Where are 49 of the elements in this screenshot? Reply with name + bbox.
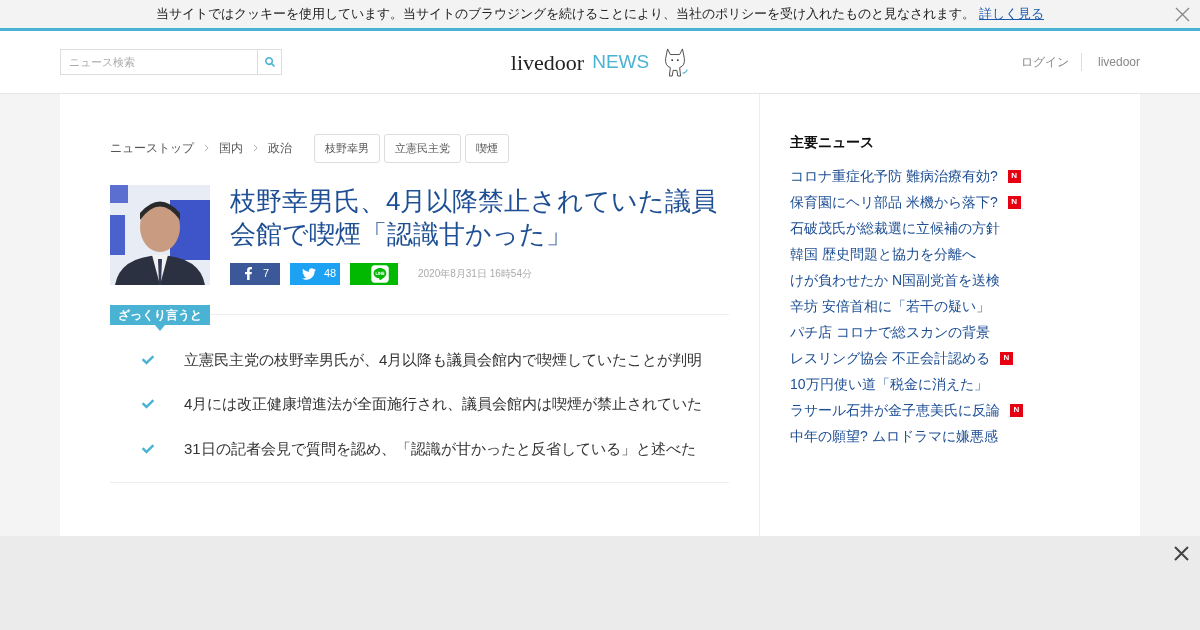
- new-badge: N: [1007, 195, 1021, 209]
- summary-point: 31日の記者会見で質問を認め、「認識が甘かったと反省している」と述べた: [184, 438, 696, 459]
- details-link[interactable]: 詳しく見る: [979, 4, 1044, 24]
- close-icon[interactable]: [1174, 546, 1189, 561]
- news-link[interactable]: レスリング協会 不正会計認める: [790, 347, 990, 369]
- summary-point: 4月には改正健康増進法が全面施行され、議員会館内は喫煙が禁止されていた: [184, 394, 703, 414]
- news-link[interactable]: コロナ重症化予防 難病治療有効?: [790, 165, 998, 187]
- check-icon: [142, 398, 154, 411]
- search-field[interactable]: ニュース検索: [60, 49, 258, 75]
- facebook-icon: [242, 267, 255, 280]
- news-link[interactable]: 中年の願望? ムロドラマに嫌悪感: [790, 425, 998, 447]
- breadcrumb-link[interactable]: 国内: [219, 139, 243, 158]
- check-icon: [142, 353, 154, 366]
- sidebar-title: 主要ニュース: [790, 133, 875, 152]
- share-button[interactable]: [350, 262, 398, 285]
- chevron-icon: [204, 144, 209, 153]
- check-icon: [142, 442, 154, 455]
- line-icon: [370, 263, 390, 284]
- news-link[interactable]: 保育園にヘリ部品 米機から落下?: [790, 191, 998, 213]
- tag-link[interactable]: 喫煙: [465, 134, 509, 163]
- news-link[interactable]: けが負わせたか N国副党首を送検: [790, 269, 1000, 291]
- summary-label: ざっくり言うと: [110, 304, 210, 325]
- publish-date: 2020年8月31日 16時54分: [418, 267, 532, 281]
- tag-link[interactable]: 枝野幸男: [314, 134, 380, 163]
- twitter-icon: [302, 266, 316, 281]
- news-link[interactable]: ラサール石井が金子恵美氏に反論: [790, 399, 1000, 421]
- news-link[interactable]: 辛坊 安倍首相に「若干の疑い」: [790, 295, 990, 317]
- share-button[interactable]: 7: [230, 262, 280, 285]
- news-link[interactable]: 石破茂氏が総裁選に立候補の方針: [790, 217, 1000, 239]
- news-link[interactable]: パチ店 コロナで総スカンの背景: [790, 321, 990, 343]
- new-badge: N: [999, 351, 1013, 365]
- breadcrumb-link[interactable]: ニューストップ: [110, 139, 194, 158]
- news-link[interactable]: 10万円使い道「税金に消えた」: [790, 373, 988, 395]
- search-button[interactable]: [258, 49, 282, 75]
- chevron-icon: [253, 144, 258, 153]
- logo-brand: livedoor: [510, 48, 585, 77]
- label-pointer-icon: [155, 324, 165, 331]
- summary-point: 立憲民主党の枝野幸男氏が、4月以降も議員会館内で喫煙していたことが判明: [184, 349, 703, 370]
- search-icon: [264, 57, 275, 67]
- breadcrumb-link[interactable]: 政治: [268, 139, 292, 158]
- logo-news: NEWS: [592, 49, 650, 74]
- livedoor-link[interactable]: livedoor: [1082, 53, 1140, 71]
- new-badge: N: [1007, 169, 1021, 183]
- article-title: 枝野幸男氏、4月以降禁止されていた議員会館で喫煙「認識甘かった」: [230, 184, 719, 251]
- tag-link[interactable]: 立憲民主党: [384, 134, 461, 163]
- cookie-notice: 当サイトではクッキーを使用しています。当サイトのブラウジングを続けることにより、当社のポリシーを受け入れたものと見なされます。: [156, 5, 975, 24]
- news-link[interactable]: 韓国 歴史問題と協力を分離へ: [790, 243, 976, 265]
- login-link[interactable]: ログイン: [1021, 53, 1082, 71]
- new-badge: N: [1010, 403, 1023, 417]
